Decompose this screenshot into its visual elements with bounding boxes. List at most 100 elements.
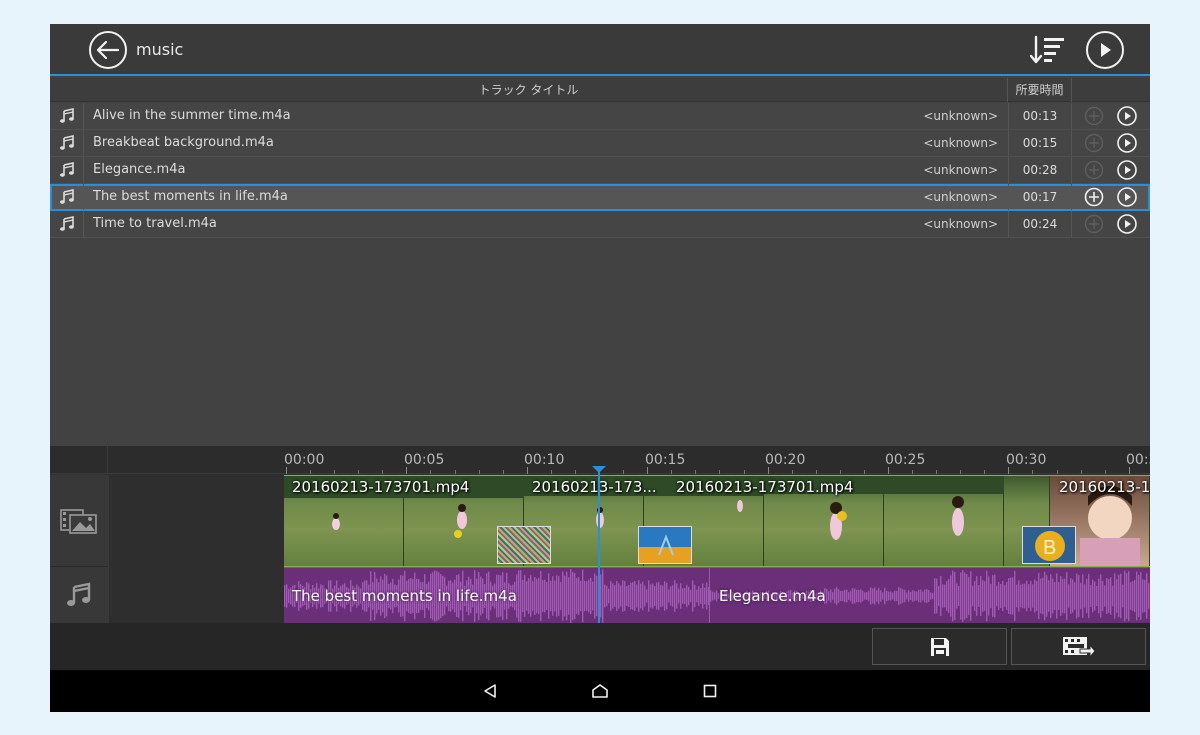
save-button[interactable] xyxy=(872,628,1007,665)
waveform-bar xyxy=(584,580,586,612)
waveform-bar xyxy=(594,573,596,619)
track-duration: 00:24 xyxy=(1008,211,1072,237)
waveform-bar xyxy=(1020,584,1022,608)
waveform-bar xyxy=(974,581,976,611)
play-icon[interactable] xyxy=(1117,214,1137,234)
nav-home-button[interactable] xyxy=(589,680,611,702)
waveform-bar xyxy=(984,581,986,611)
track-artist: <unknown> xyxy=(923,109,998,123)
waveform-bar xyxy=(980,575,982,617)
waveform-bar xyxy=(962,570,964,622)
waveform-bar xyxy=(546,581,548,611)
waveform-bar xyxy=(950,575,952,617)
waveform-bar xyxy=(978,584,980,608)
play-all-button[interactable] xyxy=(1086,31,1124,69)
playhead[interactable] xyxy=(598,467,600,623)
waveform-bar xyxy=(1022,583,1024,609)
ruler-tick xyxy=(791,470,793,474)
waveform-bar xyxy=(1102,580,1104,612)
add-circle-icon[interactable] xyxy=(1084,133,1104,153)
music-note-icon xyxy=(50,184,84,210)
track-row[interactable]: Breakbeat background.m4a <unknown> 00:15 xyxy=(50,130,1150,157)
waveform-bar xyxy=(616,580,618,612)
waveform-bar xyxy=(676,583,678,609)
waveform-bar xyxy=(1060,576,1062,616)
waveform-bar xyxy=(1148,583,1150,609)
waveform-bar xyxy=(540,570,542,622)
waveform-bar xyxy=(702,583,704,609)
audio-clip-label: The best moments in life.m4a xyxy=(292,587,517,605)
waveform-bar xyxy=(542,580,544,612)
waveform-bar xyxy=(834,588,836,604)
waveform-bar xyxy=(700,588,702,604)
play-icon[interactable] xyxy=(1117,106,1137,126)
play-icon[interactable] xyxy=(1117,187,1137,207)
waveform-bar xyxy=(1124,570,1126,622)
ruler-label: 00:15 xyxy=(645,452,686,468)
track-name: Alive in the summer time.m4a xyxy=(93,108,291,123)
waveform-bar xyxy=(826,588,828,604)
transition-effect[interactable] xyxy=(638,526,692,564)
ruler-tick xyxy=(960,470,962,474)
nav-back-button[interactable] xyxy=(479,680,501,702)
track-row[interactable]: Time to travel.m4a <unknown> 00:24 xyxy=(50,211,1150,238)
waveform-bar xyxy=(672,585,674,607)
ruler-tick xyxy=(334,470,336,474)
sort-descending-icon xyxy=(1029,35,1064,64)
waveform-bar xyxy=(930,592,932,600)
waveform-bar xyxy=(830,589,832,603)
waveform-bar xyxy=(538,577,540,615)
waveform-bar xyxy=(602,569,604,623)
waveform-bar xyxy=(640,583,642,609)
audio-track-header xyxy=(50,567,108,623)
add-circle-icon[interactable] xyxy=(1084,187,1104,207)
waveform-bar xyxy=(646,589,648,603)
waveform-bar xyxy=(1118,574,1120,618)
waveform-bar xyxy=(556,575,558,617)
waveform-bar xyxy=(872,588,874,604)
video-track[interactable]: B 20160213-173701.mp4 20160213-173... 20… xyxy=(284,475,1150,567)
nav-recent-button[interactable] xyxy=(699,680,721,702)
waveform-bar xyxy=(530,575,532,617)
track-row[interactable]: Elegance.m4a <unknown> 00:28 xyxy=(50,157,1150,184)
waveform-bar xyxy=(618,583,620,609)
back-button[interactable] xyxy=(89,31,127,69)
video-clip-label: 20160213-1... xyxy=(1059,478,1150,496)
track-name: Time to travel.m4a xyxy=(93,216,217,231)
sort-button[interactable] xyxy=(1029,35,1068,65)
track-row[interactable]: Alive in the summer time.m4a <unknown> 0… xyxy=(50,103,1150,130)
waveform-bar xyxy=(898,587,900,605)
waveform-bar xyxy=(566,571,568,621)
waveform-bar xyxy=(998,582,1000,610)
waveform-bar xyxy=(1010,577,1012,615)
waveform-bar xyxy=(716,590,718,602)
export-button[interactable] xyxy=(1011,628,1146,665)
waveform-bar xyxy=(534,577,536,615)
waveform-bar xyxy=(934,578,936,614)
audio-track[interactable]: The best moments in life.m4a Elegance.m4… xyxy=(284,567,1150,623)
track-name: Elegance.m4a xyxy=(93,162,186,177)
transition-effect[interactable]: B xyxy=(1022,526,1076,564)
track-row-selected[interactable]: The best moments in life.m4a <unknown> 0… xyxy=(50,184,1150,211)
waveform-bar xyxy=(554,580,556,612)
waveform-bar xyxy=(1142,579,1144,613)
ruler-tick xyxy=(743,470,745,474)
waveform-bar xyxy=(940,576,942,616)
column-header-duration[interactable]: 所要時間 xyxy=(1008,78,1072,102)
transition-effect[interactable] xyxy=(497,526,551,564)
waveform-bar xyxy=(630,582,632,610)
play-icon[interactable] xyxy=(1117,133,1137,153)
play-icon[interactable] xyxy=(1117,160,1137,180)
ruler-tick xyxy=(1104,470,1106,474)
track-artist: <unknown> xyxy=(923,190,998,204)
add-circle-icon[interactable] xyxy=(1084,106,1104,126)
waveform-bar xyxy=(1074,582,1076,610)
column-header-title[interactable]: トラック タイトル xyxy=(50,78,1008,102)
waveform-bar xyxy=(856,589,858,603)
add-circle-icon[interactable] xyxy=(1084,160,1104,180)
waveform-bar xyxy=(1028,584,1030,608)
audio-clip-label: Elegance.m4a xyxy=(719,587,826,605)
music-note-icon xyxy=(50,130,84,156)
add-circle-icon[interactable] xyxy=(1084,214,1104,234)
waveform-bar xyxy=(620,585,622,607)
